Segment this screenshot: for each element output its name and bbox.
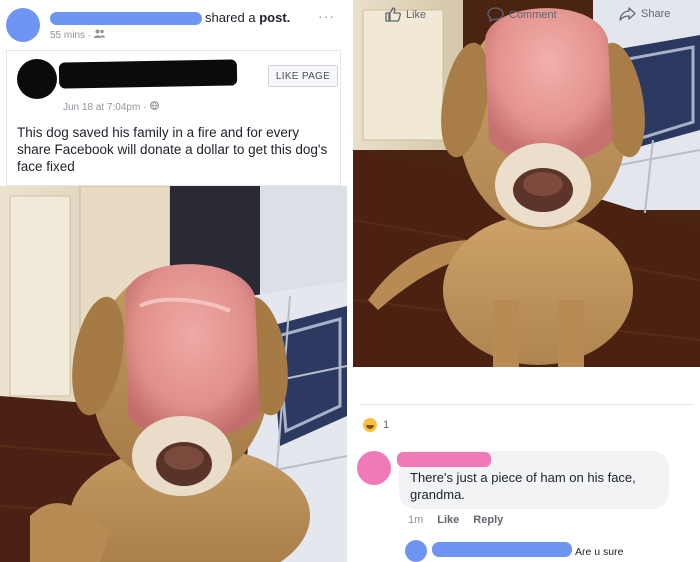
haha-reaction-icon xyxy=(363,418,377,432)
commenter-avatar-redacted[interactable] xyxy=(357,451,391,485)
actions-divider xyxy=(359,404,694,405)
comment-meta: 1m Like Reply xyxy=(408,514,503,526)
sharer-name-redacted[interactable] xyxy=(50,12,202,25)
comment-label: Comment xyxy=(509,8,557,21)
original-post-timestamp[interactable]: Jun 18 at 7:04pm xyxy=(63,102,140,113)
share-timestamp[interactable]: 55 mins xyxy=(50,30,85,41)
share-header: shared a post. 55 mins · ··· xyxy=(0,0,347,48)
comment-reply-link[interactable]: Reply xyxy=(473,514,503,526)
thumbs-up-icon xyxy=(385,7,401,22)
separator-dot: · xyxy=(143,101,147,113)
like-action-button[interactable]: Like xyxy=(385,7,426,22)
replier-avatar-redacted[interactable] xyxy=(405,540,427,562)
globe-icon xyxy=(149,101,159,113)
friends-audience-icon xyxy=(94,29,106,41)
comment-action-button[interactable]: Comment xyxy=(487,7,557,22)
share-action-button[interactable]: Share xyxy=(619,7,670,21)
share-arrow-icon xyxy=(619,7,636,21)
like-label: Like xyxy=(406,8,427,21)
original-post-text: This dog saved his family in a fire and … xyxy=(17,125,328,174)
reply-text: Are u sure xyxy=(575,546,624,558)
shared-post-text: shared a post. xyxy=(205,10,290,25)
original-post-meta: Jun 18 at 7:04pm · xyxy=(63,101,159,113)
shared-post-link[interactable]: post. xyxy=(259,10,290,25)
comment-text: There's just a piece of ham on his face,… xyxy=(410,470,636,502)
commenter-name-redacted[interactable] xyxy=(397,452,491,467)
more-options-icon[interactable]: ··· xyxy=(318,8,335,24)
reaction-count: 1 xyxy=(383,419,390,431)
comment-bubble-icon xyxy=(487,7,504,22)
shared-action-label: shared a xyxy=(205,10,260,25)
like-page-button[interactable]: LIKE PAGE xyxy=(268,65,338,87)
original-post-card: LIKE PAGE Jun 18 at 7:04pm · This dog sa… xyxy=(6,50,341,186)
dog-photo-left[interactable] xyxy=(0,186,347,562)
share-meta: 55 mins · xyxy=(50,29,106,41)
left-post-panel: shared a post. 55 mins · ··· LIKE PAGE J… xyxy=(0,0,347,562)
page-avatar-redacted[interactable] xyxy=(17,59,57,99)
page-name-redacted[interactable] xyxy=(58,59,238,89)
comment-like-link[interactable]: Like xyxy=(437,514,459,526)
replier-name-redacted[interactable] xyxy=(432,542,572,557)
reactions-summary[interactable]: 1 xyxy=(363,418,389,432)
sharer-avatar-redacted[interactable] xyxy=(6,8,40,42)
share-label: Share xyxy=(641,8,671,20)
comment-timestamp[interactable]: 1m xyxy=(408,514,423,526)
separator-dot: · xyxy=(88,29,92,41)
dog-photo-right[interactable] xyxy=(353,0,700,367)
